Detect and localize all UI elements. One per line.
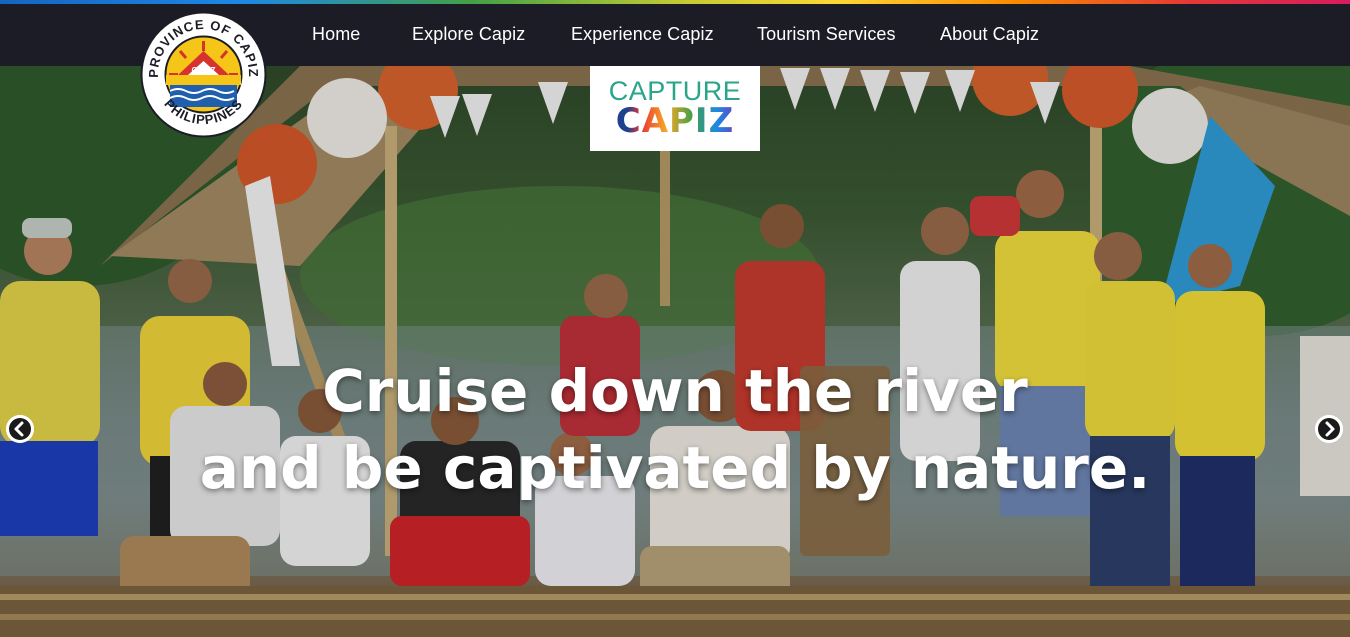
carousel-prev-button[interactable] xyxy=(6,415,34,443)
nav-home[interactable]: Home xyxy=(312,24,360,45)
hero-headline-line1: Cruise down the river xyxy=(322,357,1028,425)
seal-center-text: CAPIZ xyxy=(192,66,216,75)
province-seal-logo[interactable]: CAPIZ PROVINCE OF CAPIZ PHILIPPINES xyxy=(140,11,267,138)
chevron-left-icon xyxy=(6,415,34,443)
chevron-right-icon xyxy=(1315,415,1343,443)
carousel-next-button[interactable] xyxy=(1315,415,1343,443)
hero-slide: Cruise down the river and be captivated … xyxy=(0,66,1350,637)
nav-tourism-services[interactable]: Tourism Services xyxy=(757,24,896,45)
capture-capiz-logo[interactable]: CAPTURE CAPIZ xyxy=(590,66,760,151)
hero-photo xyxy=(0,66,1350,637)
nav-explore-capiz[interactable]: Explore Capiz xyxy=(412,24,525,45)
nav-about-capiz[interactable]: About Capiz xyxy=(940,24,1039,45)
nav-experience-capiz[interactable]: Experience Capiz xyxy=(571,24,714,45)
brand-line2: CAPIZ xyxy=(590,101,760,141)
hero-headline-line2: and be captivated by nature. xyxy=(199,434,1151,502)
